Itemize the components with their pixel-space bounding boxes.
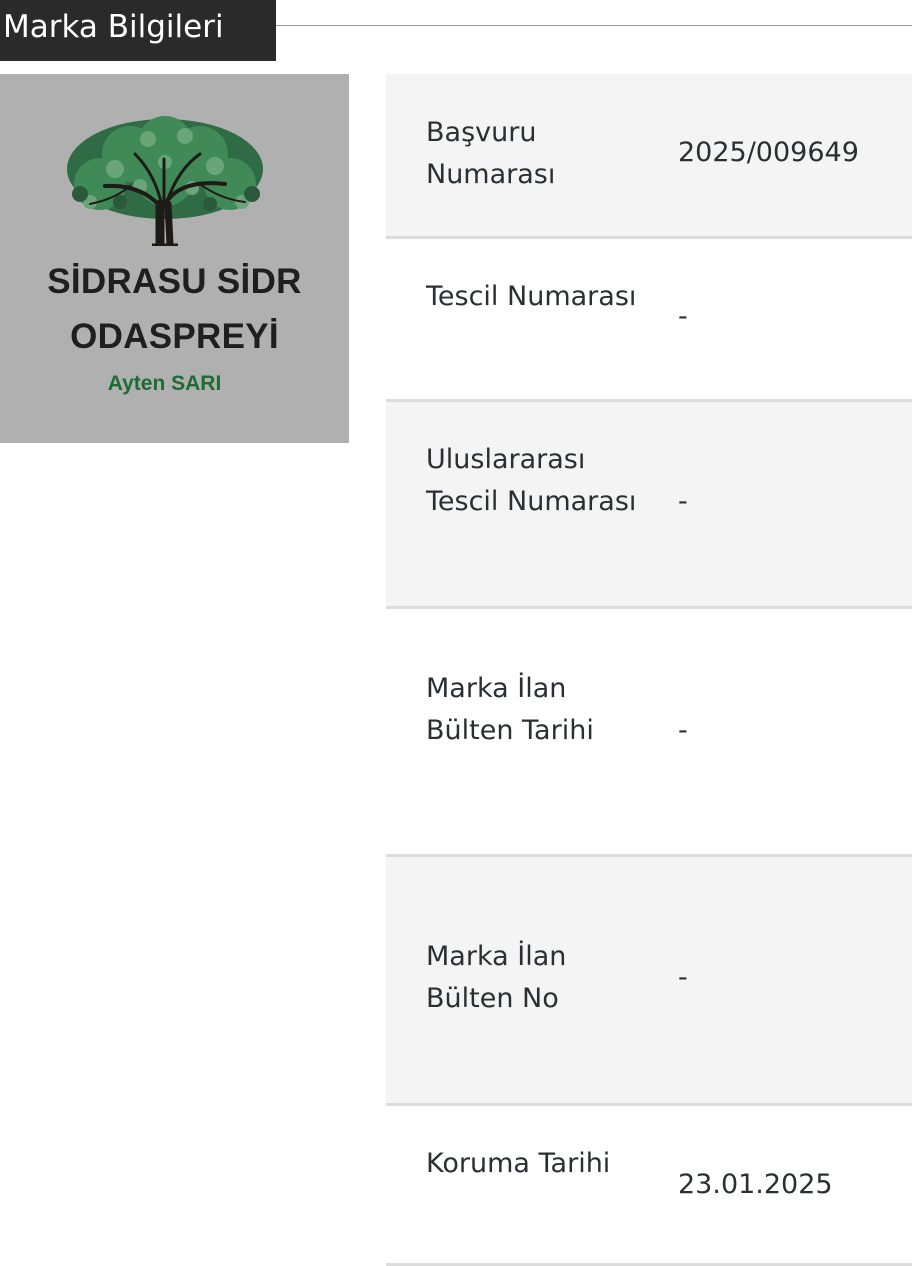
row-value: -: [678, 962, 688, 993]
row-label: Uluslararası Tescil Numarası: [426, 444, 637, 517]
row-label: Marka İlan Bülten No: [426, 941, 567, 1014]
row-value: 2025/009649: [678, 137, 859, 168]
section-divider: [276, 25, 912, 26]
row-label: Koruma Tarihi: [426, 1148, 611, 1179]
tree-icon: [67, 116, 263, 246]
brand-info-table: Başvuru Numarası 2025/009649 Tescil Numa…: [386, 74, 912, 1266]
brand-name-line-1: SİDRASU SİDR: [47, 262, 302, 301]
row-label: Marka İlan Bülten Tarihi: [426, 673, 594, 746]
table-row-application-number: Başvuru Numarası 2025/009649: [386, 74, 912, 239]
table-row-international-registration-number: Uluslararası Tescil Numarası -: [386, 402, 912, 609]
brand-owner: Ayten SARI: [107, 372, 222, 395]
section-title: Marka Bilgileri: [0, 0, 276, 61]
row-label: Başvuru Numarası: [426, 117, 556, 190]
row-value: -: [678, 715, 688, 746]
row-value: -: [678, 301, 688, 332]
table-row-bulletin-no: Marka İlan Bülten No -: [386, 857, 912, 1106]
table-row-bulletin-date: Marka İlan Bülten Tarihi -: [386, 609, 912, 857]
table-row-registration-number: Tescil Numarası -: [386, 239, 912, 402]
row-value: -: [678, 486, 688, 517]
row-value: 23.01.2025: [678, 1169, 833, 1200]
brand-name-line-2: ODASPREYİ: [70, 317, 279, 356]
row-label: Tescil Numarası: [426, 281, 637, 312]
section-header: Marka Bilgileri: [0, 0, 912, 61]
brand-logo-image: SİDRASU SİDR ODASPREYİ Ayten SARI: [0, 74, 349, 443]
table-row-protection-date: Koruma Tarihi 23.01.2025: [386, 1106, 912, 1266]
